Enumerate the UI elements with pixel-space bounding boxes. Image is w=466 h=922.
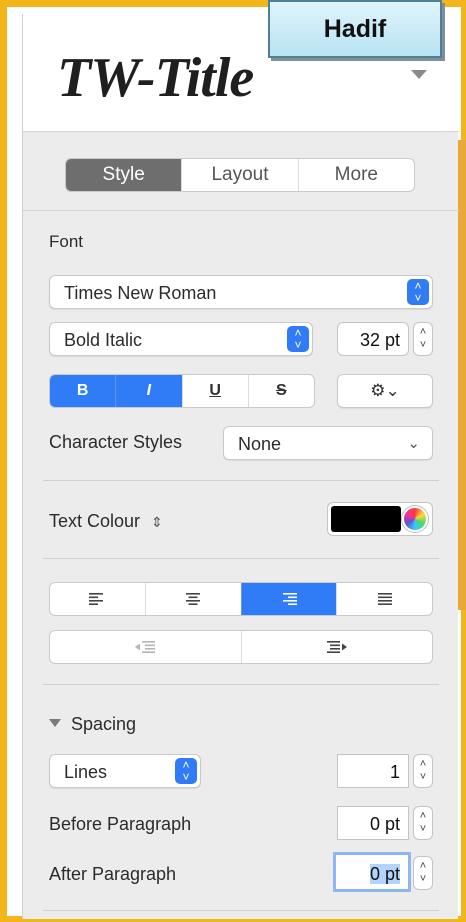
after-paragraph-value: 0 pt (369, 864, 400, 885)
after-paragraph-field[interactable]: 0 pt (333, 852, 411, 892)
font-family-popup[interactable]: Times New Roman ˄ ˅ (49, 275, 433, 309)
typeface-value: Bold Italic (64, 330, 143, 350)
line-spacing-popup[interactable]: Lines ˄ ˅ (49, 754, 201, 788)
tab-more[interactable]: More (297, 159, 414, 191)
inspector-tabs: Style Layout More (65, 158, 415, 192)
italic-button[interactable]: I (115, 375, 182, 407)
alignment-buttons (49, 582, 433, 616)
text-format-buttons: B I U S (49, 374, 315, 408)
spacing-section-label: Spacing (71, 714, 137, 734)
up-down-arrows-icon: ˄ ˅ (407, 279, 429, 305)
paragraph-style-name: TW-Title (57, 47, 254, 109)
text-colour-label[interactable]: Text Colour ⇕ (49, 511, 163, 532)
chevron-down-icon: ⌄ (407, 435, 420, 452)
before-paragraph-field[interactable]: 0 pt (337, 806, 409, 840)
decrease-indent-icon (135, 641, 156, 653)
align-right-icon (282, 593, 297, 605)
line-spacing-stepper[interactable]: ˄ ˅ (413, 754, 433, 788)
text-colour-well[interactable] (327, 502, 433, 536)
align-left-icon (89, 593, 104, 605)
decrease-indent-button[interactable] (50, 631, 241, 663)
align-center-icon (186, 593, 201, 605)
line-spacing-mode: Lines (64, 762, 108, 782)
character-styles-label: Character Styles (49, 432, 183, 452)
align-justify-button[interactable] (336, 583, 432, 615)
colour-swatch (331, 506, 401, 532)
line-spacing-field[interactable]: 1 (337, 754, 409, 788)
window-edge-strip (458, 140, 466, 610)
gear-icon: ⚙⌄ (370, 381, 400, 400)
increase-indent-icon (326, 641, 347, 653)
up-down-arrows-icon: ⇕ (151, 514, 163, 530)
divider (43, 910, 439, 911)
character-styles-popup[interactable]: None ⌄ (223, 426, 433, 460)
after-paragraph-unit: pt (379, 864, 400, 884)
underline-button[interactable]: U (181, 375, 248, 407)
line-spacing-value: 1 (389, 762, 400, 782)
before-paragraph-value: 0 pt (369, 814, 400, 834)
font-section-label: Font (49, 232, 84, 251)
tab-layout[interactable]: Layout (181, 159, 297, 191)
selected-text: 0 (369, 864, 380, 884)
font-size-field[interactable]: 32 pt (337, 322, 409, 356)
text-colour-text: Text Colour (49, 511, 141, 531)
disclosure-triangle-icon[interactable] (49, 719, 61, 727)
divider (23, 210, 459, 211)
divider (43, 480, 439, 481)
increase-indent-button[interactable] (240, 631, 433, 663)
up-down-arrows-icon: ˄ ˅ (287, 326, 309, 352)
advanced-options-button[interactable]: ⚙⌄ (337, 374, 433, 408)
format-inspector-panel: TW-Title Style Layout More Font Times Ne… (22, 14, 459, 919)
after-paragraph-stepper[interactable]: ˄ ˅ (413, 856, 433, 890)
align-center-button[interactable] (144, 583, 241, 615)
bold-button[interactable]: B (50, 375, 116, 407)
strikethrough-button[interactable]: S (247, 375, 314, 407)
after-paragraph-label: After Paragraph (49, 864, 177, 884)
up-down-arrows-icon: ˄ ˅ (175, 758, 197, 784)
align-left-button[interactable] (50, 583, 145, 615)
before-paragraph-label: Before Paragraph (49, 814, 192, 834)
tab-style[interactable]: Style (66, 159, 182, 191)
divider (43, 684, 439, 685)
chevron-down-icon[interactable] (411, 70, 427, 79)
character-styles-value: None (238, 434, 282, 454)
font-family-value: Times New Roman (64, 283, 217, 303)
user-name-badge: Hadif (268, 0, 442, 58)
font-size-stepper[interactable]: ˄ ˅ (413, 322, 433, 356)
typeface-popup[interactable]: Bold Italic ˄ ˅ (49, 322, 313, 356)
align-justify-icon (377, 593, 392, 605)
colour-wheel-icon[interactable] (402, 506, 428, 532)
indent-buttons (49, 630, 433, 664)
font-size-value: 32 pt (359, 330, 400, 350)
align-right-button[interactable] (240, 583, 337, 615)
before-paragraph-stepper[interactable]: ˄ ˅ (413, 806, 433, 840)
divider (43, 558, 439, 559)
